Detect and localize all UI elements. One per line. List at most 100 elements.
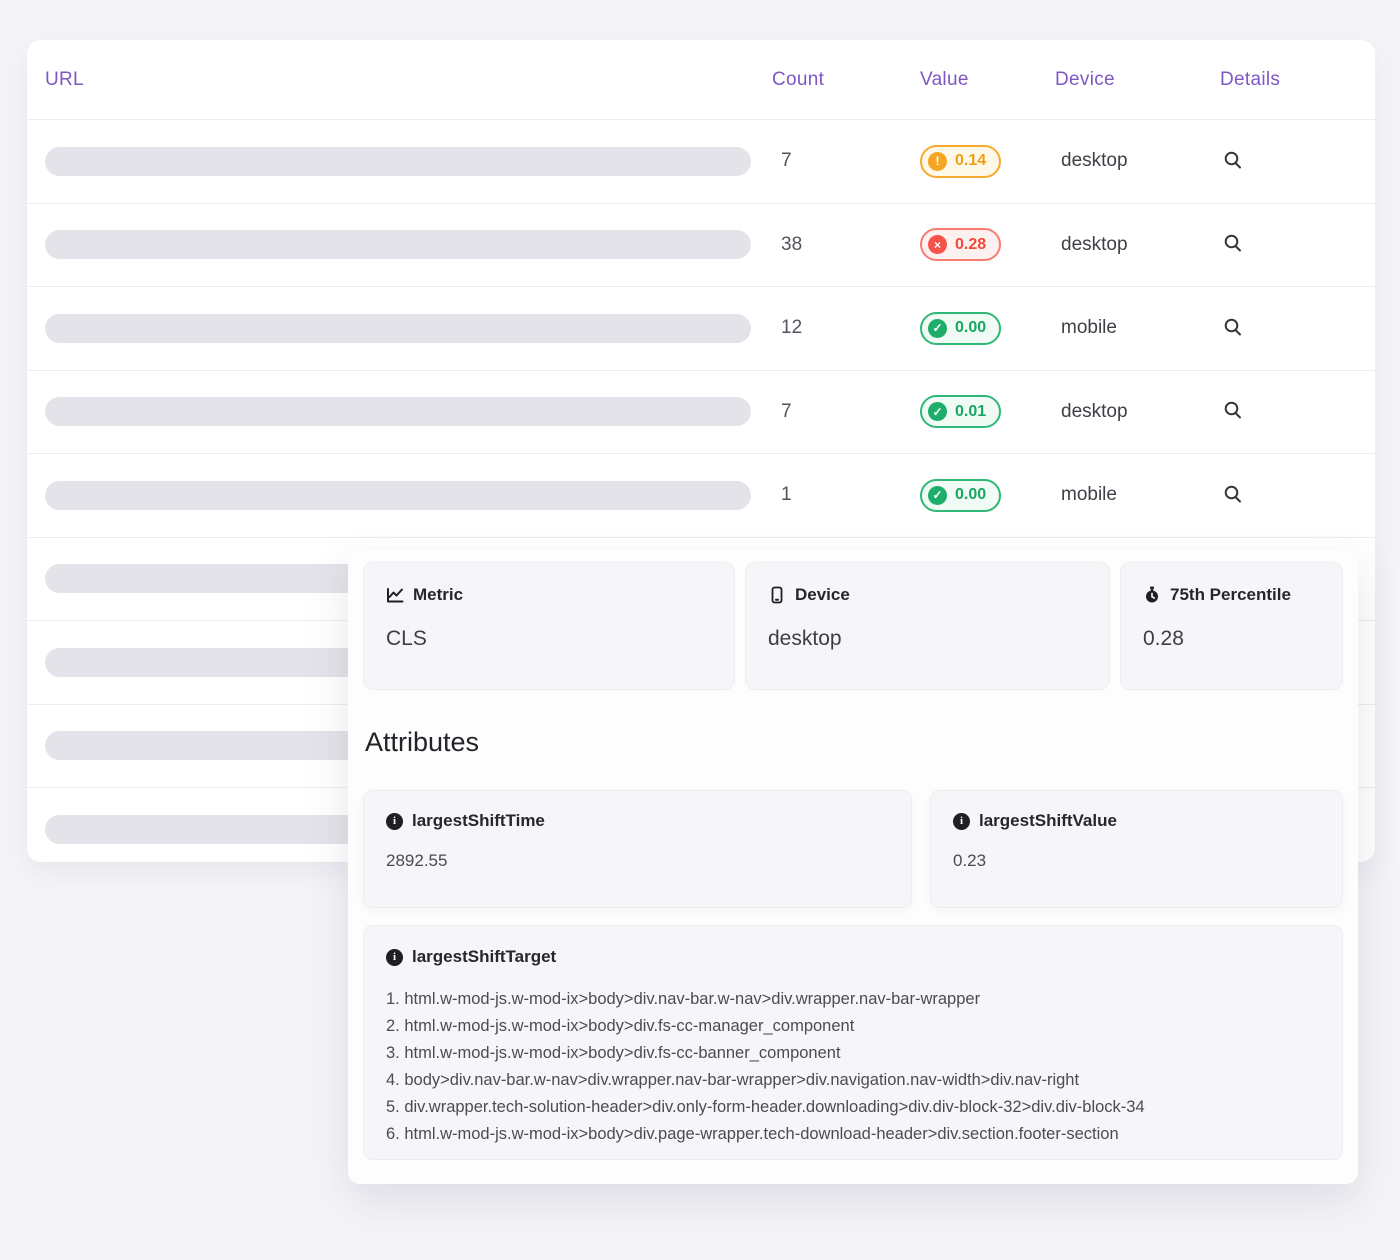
status-icon: ✓ [928, 319, 947, 338]
count-value: 7 [772, 150, 920, 172]
details-cell [1220, 230, 1375, 259]
status-icon: ✓ [928, 486, 947, 505]
percentile-card-label-row: 75th Percentile [1143, 585, 1320, 605]
info-icon: i [386, 813, 403, 830]
target-selector-item: 4. body>div.nav-bar.w-nav>div.wrapper.na… [386, 1067, 1320, 1094]
largest-shift-value-value: 0.23 [953, 851, 1320, 871]
target-selector-item: 1. html.w-mod-js.w-mod-ix>body>div.nav-b… [386, 986, 1320, 1013]
column-header-value: Value [920, 69, 1055, 91]
largest-shift-time-card: i largestShiftTime 2892.55 [363, 790, 912, 908]
target-selector-item: 3. html.w-mod-js.w-mod-ix>body>div.fs-cc… [386, 1040, 1320, 1067]
column-header-url: URL [45, 69, 772, 91]
value-cell: ! 0.14 [920, 145, 1055, 178]
target-selector-item: 5. div.wrapper.tech-solution-header>div.… [386, 1094, 1320, 1121]
target-selector-item: 6. html.w-mod-js.w-mod-ix>body>div.page-… [386, 1121, 1320, 1148]
url-skeleton [45, 314, 751, 343]
largest-shift-value-label: largestShiftValue [979, 811, 1117, 831]
table-row: 12 ✓ 0.00 mobile [27, 287, 1375, 371]
value-text: 0.01 [955, 404, 986, 420]
table-row: 7 ✓ 0.01 desktop [27, 371, 1375, 455]
metric-card-label: Metric [413, 585, 463, 605]
device-value: desktop [1055, 401, 1220, 423]
attribute-cards: i largestShiftTime 2892.55 i largestShif… [363, 790, 1343, 908]
value-text: 0.14 [955, 153, 986, 169]
stopwatch-icon [1143, 586, 1161, 604]
value-badge: ! 0.14 [920, 145, 1001, 178]
largest-shift-target-label-row: i largestShiftTarget [386, 947, 1320, 967]
target-selector-list: 1. html.w-mod-js.w-mod-ix>body>div.nav-b… [386, 986, 1320, 1148]
details-cell [1220, 314, 1375, 343]
device-value: desktop [1055, 234, 1220, 256]
details-cell [1220, 481, 1375, 510]
metric-card-label-row: Metric [386, 585, 712, 605]
summary-cards: Metric CLS Device desktop [363, 562, 1343, 690]
value-cell: ✓ 0.00 [920, 312, 1055, 345]
value-badge: × 0.28 [920, 228, 1001, 261]
page-background: URL Count Value Device Details 7 ! 0.14 … [0, 0, 1400, 1260]
largest-shift-value-label-row: i largestShiftValue [953, 811, 1320, 831]
url-skeleton [45, 397, 751, 426]
value-cell: ✓ 0.01 [920, 395, 1055, 428]
metric-card-value: CLS [386, 627, 712, 651]
count-value: 7 [772, 401, 920, 423]
search-icon[interactable] [1220, 314, 1246, 340]
table-row: 1 ✓ 0.00 mobile [27, 454, 1375, 538]
largest-shift-target-label: largestShiftTarget [412, 947, 556, 967]
table-row: 38 × 0.28 desktop [27, 204, 1375, 288]
device-card-value: desktop [768, 627, 1087, 651]
search-icon[interactable] [1220, 481, 1246, 507]
details-cell [1220, 397, 1375, 426]
target-selector-item: 2. html.w-mod-js.w-mod-ix>body>div.fs-cc… [386, 1013, 1320, 1040]
url-skeleton [45, 147, 751, 176]
device-value: desktop [1055, 150, 1220, 172]
line-chart-icon [386, 586, 404, 604]
value-cell: × 0.28 [920, 228, 1055, 261]
count-value: 1 [772, 484, 920, 506]
device-card-label-row: Device [768, 585, 1087, 605]
largest-shift-time-label: largestShiftTime [412, 811, 545, 831]
info-icon: i [386, 949, 403, 966]
metric-card: Metric CLS [363, 562, 735, 690]
percentile-card-value: 0.28 [1143, 627, 1320, 651]
table-row: 7 ! 0.14 desktop [27, 120, 1375, 204]
search-icon[interactable] [1220, 147, 1246, 173]
smartphone-icon [768, 586, 786, 604]
value-text: 0.00 [955, 320, 986, 336]
url-skeleton [45, 230, 751, 259]
value-text: 0.28 [955, 237, 986, 253]
largest-shift-time-label-row: i largestShiftTime [386, 811, 889, 831]
column-header-count: Count [772, 69, 920, 91]
search-icon[interactable] [1220, 230, 1246, 256]
url-skeleton [45, 481, 751, 510]
status-icon: ✓ [928, 402, 947, 421]
table-header-row: URL Count Value Device Details [27, 40, 1375, 120]
details-panel: Metric CLS Device desktop [348, 550, 1358, 1184]
status-icon: ! [928, 152, 947, 171]
value-badge: ✓ 0.01 [920, 395, 1001, 428]
value-text: 0.00 [955, 487, 986, 503]
column-header-details: Details [1220, 69, 1375, 91]
value-badge: ✓ 0.00 [920, 479, 1001, 512]
value-badge: ✓ 0.00 [920, 312, 1001, 345]
value-cell: ✓ 0.00 [920, 479, 1055, 512]
attributes-title: Attributes [365, 726, 1343, 758]
url-cell [45, 481, 772, 510]
largest-shift-value-card: i largestShiftValue 0.23 [930, 790, 1343, 908]
percentile-card-label: 75th Percentile [1170, 585, 1291, 605]
info-icon: i [953, 813, 970, 830]
count-value: 38 [772, 234, 920, 256]
device-value: mobile [1055, 484, 1220, 506]
count-value: 12 [772, 317, 920, 339]
column-header-device: Device [1055, 69, 1220, 91]
url-cell [45, 397, 772, 426]
largest-shift-time-value: 2892.55 [386, 851, 889, 871]
status-icon: × [928, 235, 947, 254]
device-card: Device desktop [745, 562, 1110, 690]
largest-shift-target-card: i largestShiftTarget 1. html.w-mod-js.w-… [363, 925, 1343, 1160]
percentile-card: 75th Percentile 0.28 [1120, 562, 1343, 690]
url-cell [45, 230, 772, 259]
device-card-label: Device [795, 585, 850, 605]
url-cell [45, 314, 772, 343]
url-cell [45, 147, 772, 176]
search-icon[interactable] [1220, 397, 1246, 423]
